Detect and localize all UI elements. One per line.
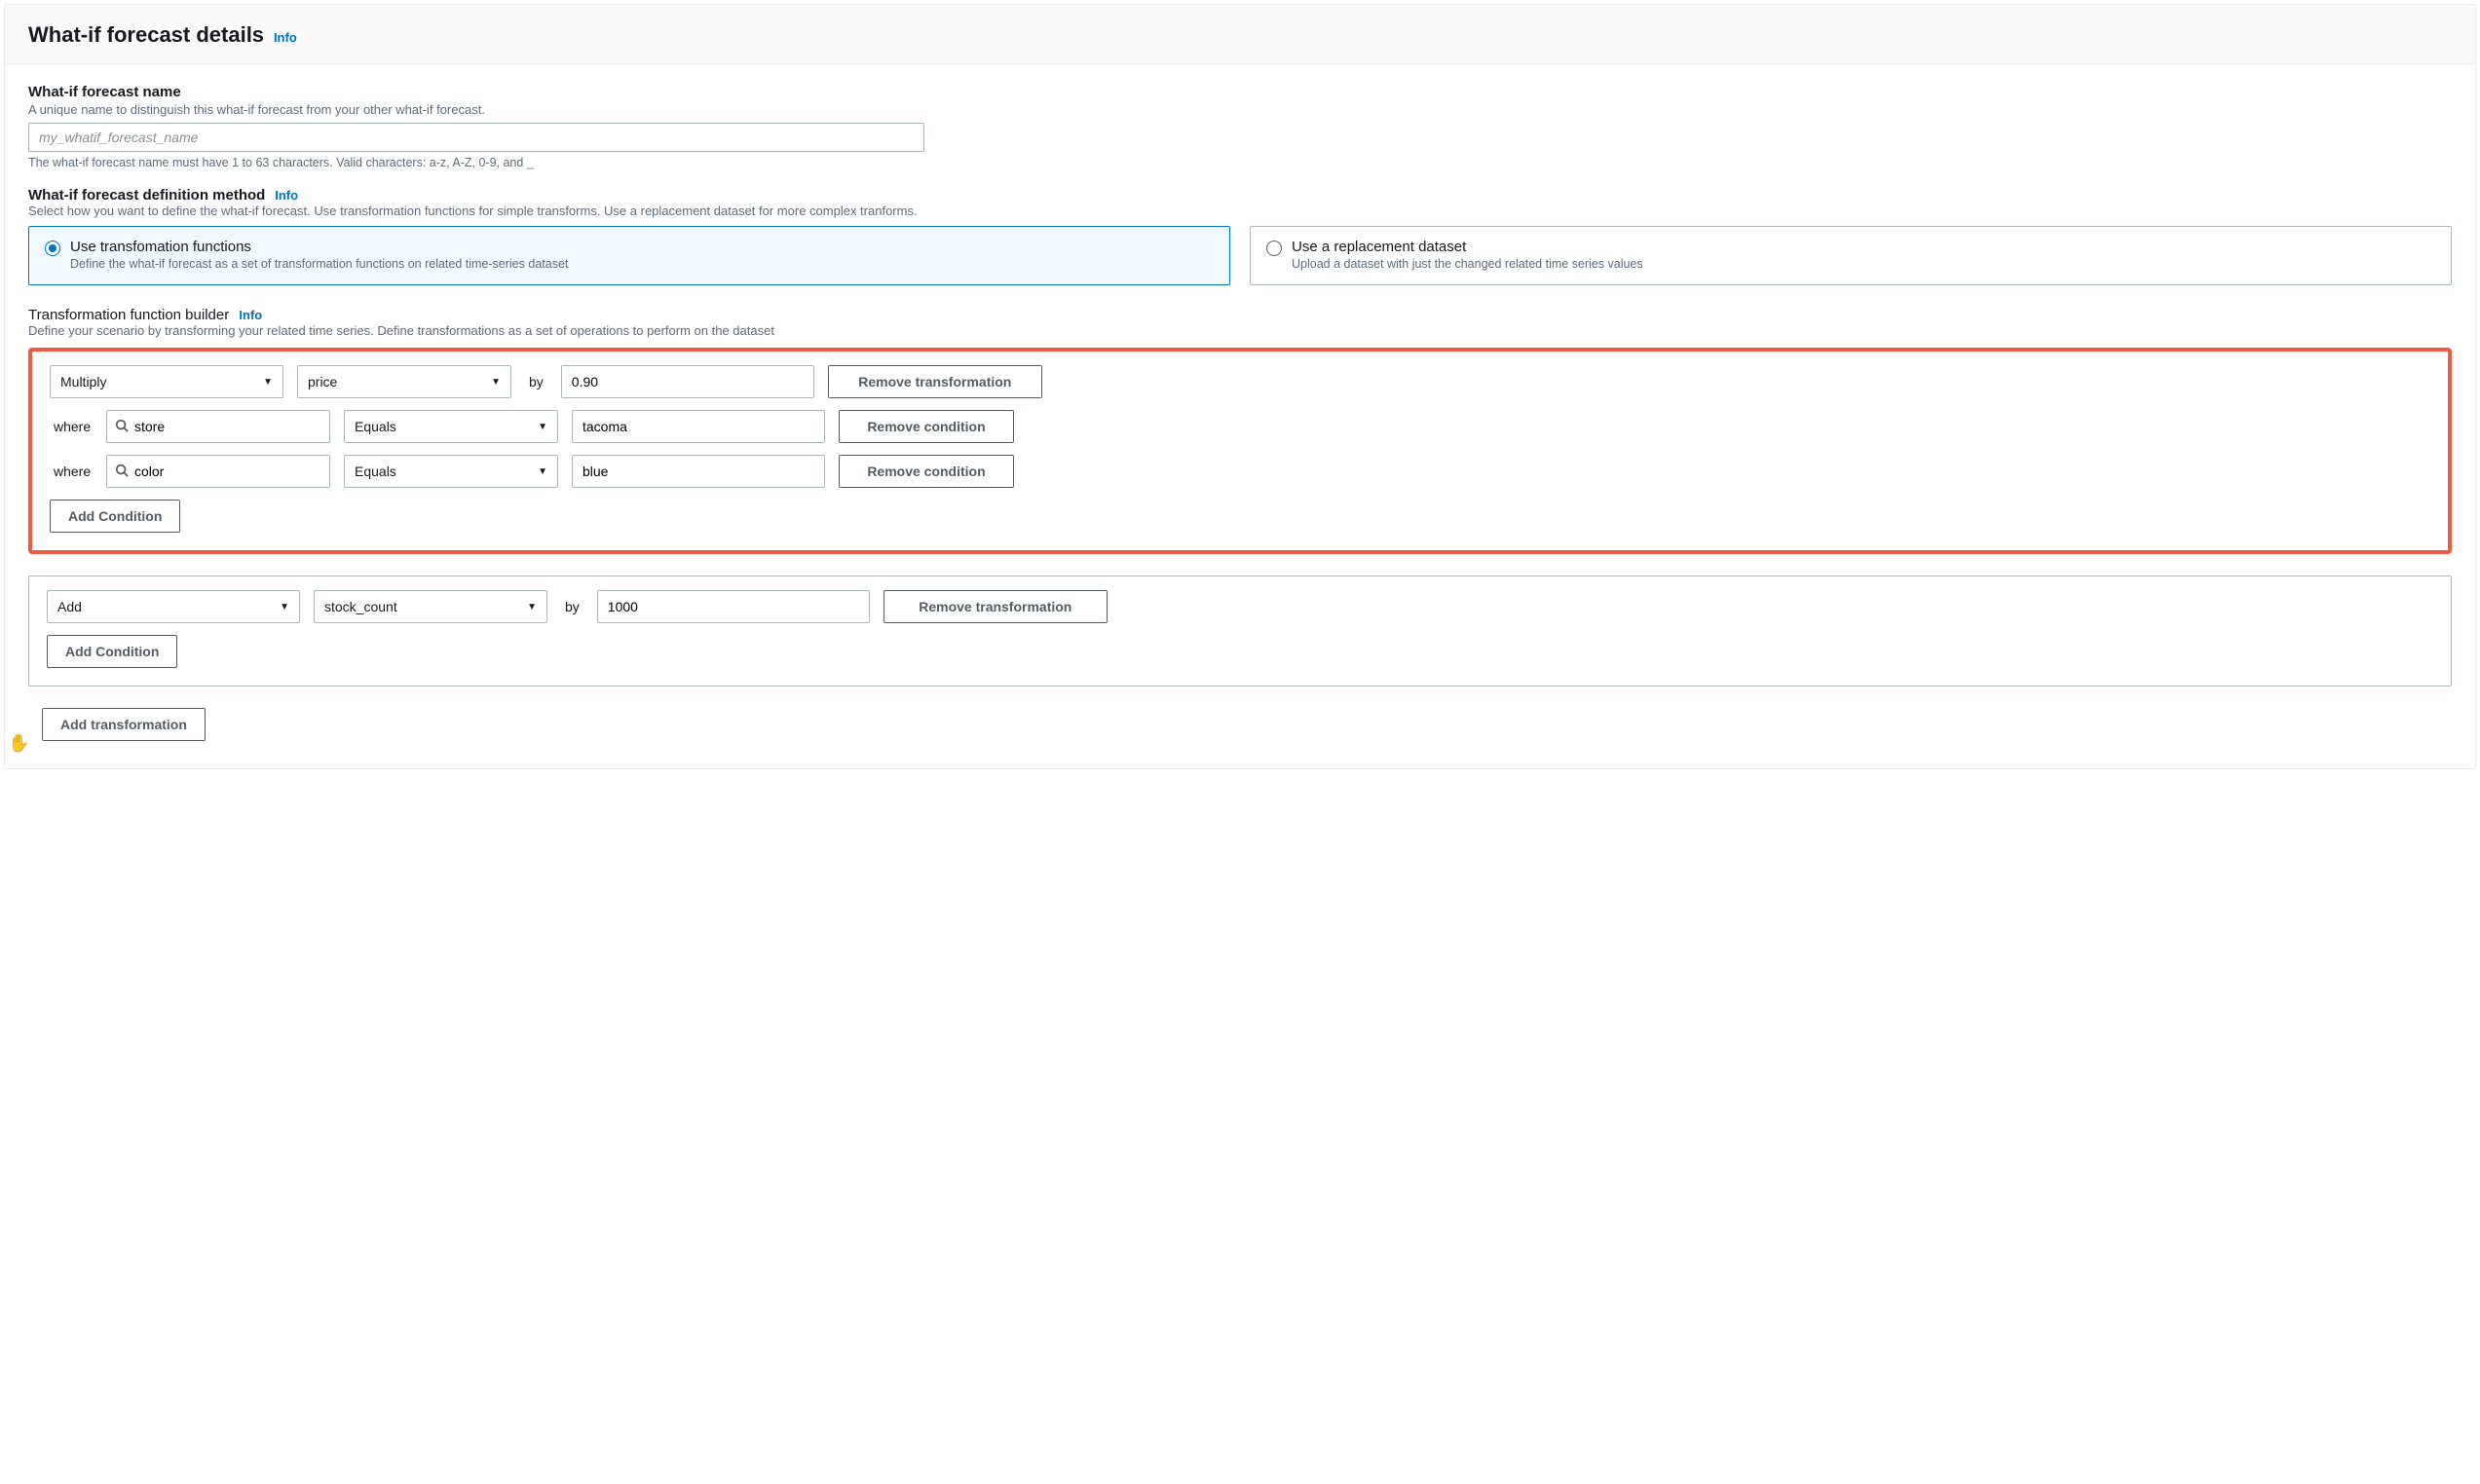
remove-condition-button[interactable]: Remove condition: [839, 410, 1014, 443]
radio-dot-icon: [1266, 241, 1282, 256]
builder-section: Transformation function builder Info: [28, 307, 2452, 323]
condition-field-search[interactable]: [106, 410, 330, 443]
panel-header: What-if forecast details Info: [5, 5, 2475, 64]
condition-value-input[interactable]: [572, 455, 825, 488]
forecast-name-label: What-if forecast name: [28, 84, 2452, 100]
header-info-link[interactable]: Info: [274, 30, 297, 45]
builder-label: Transformation function builder: [28, 307, 229, 323]
condition-field-input[interactable]: [134, 464, 321, 479]
condition-field-input[interactable]: [134, 419, 321, 434]
by-word: by: [525, 374, 547, 390]
operation-value: Multiply: [60, 374, 106, 390]
radio-option-desc: Upload a dataset with just the changed r…: [1292, 257, 1643, 271]
forecast-name-block: What-if forecast name A unique name to d…: [28, 84, 2452, 169]
radio-transformation-functions[interactable]: Use transfomation functions Define the w…: [28, 226, 1230, 285]
comparator-select[interactable]: Equals ▼: [344, 410, 558, 443]
where-word: where: [50, 419, 93, 434]
operation-value: Add: [57, 599, 82, 614]
remove-transformation-button[interactable]: Remove transformation: [828, 365, 1042, 398]
operation-select[interactable]: Multiply ▼: [50, 365, 283, 398]
where-word: where: [50, 464, 93, 479]
radio-option-desc: Define the what-if forecast as a set of …: [70, 257, 568, 271]
definition-method-label: What-if forecast definition method: [28, 187, 265, 204]
chevron-down-icon: ▼: [538, 466, 547, 477]
chevron-down-icon: ▼: [491, 377, 501, 388]
builder-desc: Define your scenario by transforming you…: [28, 323, 2452, 338]
chevron-down-icon: ▼: [263, 377, 273, 388]
remove-condition-button[interactable]: Remove condition: [839, 455, 1014, 488]
chevron-down-icon: ▼: [280, 602, 289, 612]
page-title: What-if forecast details: [28, 22, 264, 47]
radio-dot-icon: [45, 241, 60, 256]
radio-option-title: Use a replacement dataset: [1292, 239, 1643, 255]
definition-method-desc: Select how you want to define the what-i…: [28, 204, 2452, 218]
attribute-value: stock_count: [324, 599, 397, 614]
attribute-select[interactable]: stock_count ▼: [314, 590, 547, 623]
radio-option-title: Use transfomation functions: [70, 239, 568, 255]
add-condition-button[interactable]: Add Condition: [50, 500, 180, 533]
add-condition-button[interactable]: Add Condition: [47, 635, 177, 668]
value-input[interactable]: [561, 365, 814, 398]
definition-method-block: What-if forecast definition method Info …: [28, 187, 2452, 285]
search-icon: [115, 464, 129, 480]
chevron-down-icon: ▼: [527, 602, 537, 612]
builder-info-link[interactable]: Info: [239, 308, 262, 322]
remove-transformation-button[interactable]: Remove transformation: [883, 590, 1108, 623]
transformation-2: Add ▼ stock_count ▼ by Remove transforma…: [28, 575, 2452, 686]
radio-replacement-dataset[interactable]: Use a replacement dataset Upload a datas…: [1250, 226, 2452, 285]
forecast-name-hint: The what-if forecast name must have 1 to…: [28, 156, 2452, 169]
attribute-value: price: [308, 374, 337, 390]
condition-value-input[interactable]: [572, 410, 825, 443]
condition-field-search[interactable]: [106, 455, 330, 488]
definition-method-info-link[interactable]: Info: [275, 188, 298, 203]
add-transformation-button[interactable]: Add transformation: [42, 708, 206, 741]
hand-cursor-icon: ✋: [8, 733, 29, 754]
transformation-1: Multiply ▼ price ▼ by Remove transformat…: [28, 348, 2452, 554]
forecast-name-input[interactable]: [28, 123, 924, 152]
forecast-name-desc: A unique name to distinguish this what-i…: [28, 102, 2452, 117]
search-icon: [115, 419, 129, 435]
by-word: by: [561, 599, 583, 614]
value-input[interactable]: [597, 590, 870, 623]
comparator-value: Equals: [355, 464, 396, 479]
attribute-select[interactable]: price ▼: [297, 365, 511, 398]
chevron-down-icon: ▼: [538, 422, 547, 432]
operation-select[interactable]: Add ▼: [47, 590, 300, 623]
comparator-select[interactable]: Equals ▼: [344, 455, 558, 488]
comparator-value: Equals: [355, 419, 396, 434]
